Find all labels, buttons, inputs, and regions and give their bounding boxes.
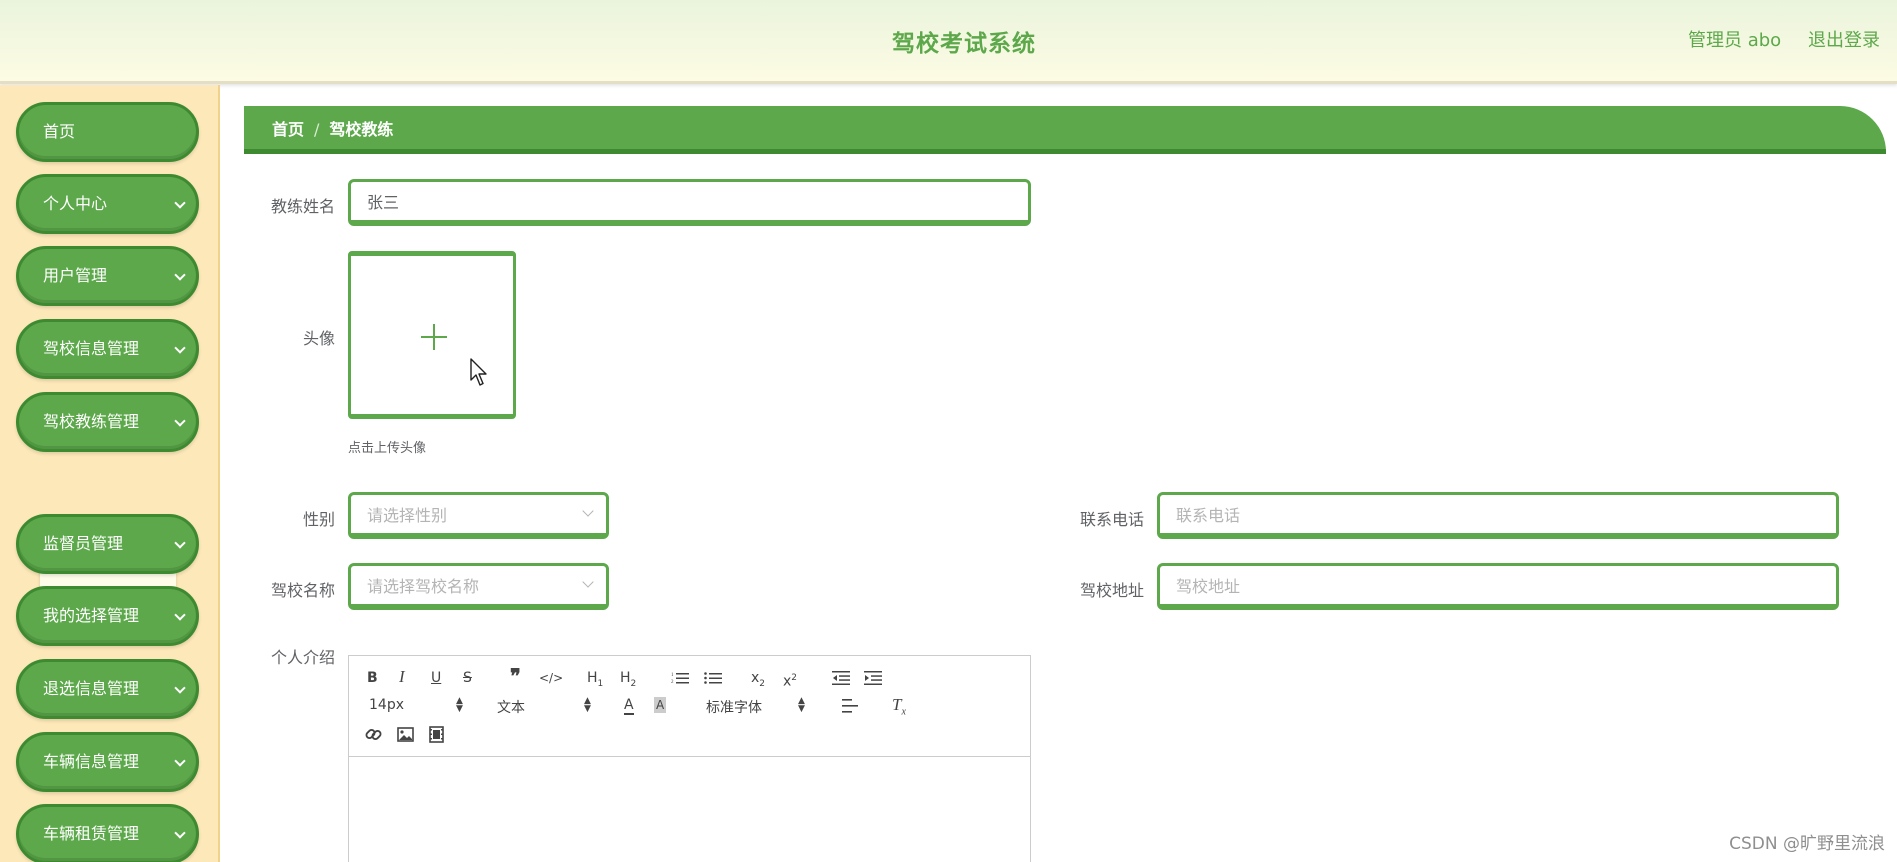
picker-arrows-icon: ▲ ▼ (456, 696, 463, 714)
picker-arrows-icon: ▲ ▼ (798, 696, 805, 714)
chevron-down-icon (582, 576, 594, 588)
mouse-cursor-icon (470, 358, 487, 386)
header-type-picker[interactable]: 文本 ▲ ▼ (497, 696, 592, 717)
phone-placeholder: 联系电话 (1176, 506, 1241, 525)
school-address-label: 驾校地址 (1079, 581, 1144, 600)
font-size-picker[interactable]: 14px ▲ ▼ (369, 697, 464, 715)
bullet-list-icon[interactable] (704, 671, 722, 685)
chevron-down-icon (174, 755, 186, 767)
phone-input[interactable]: 联系电话 (1157, 492, 1839, 539)
chevron-down-icon (174, 609, 186, 621)
gender-label: 性别 (302, 510, 335, 529)
school-address-input[interactable]: 驾校地址 (1157, 563, 1839, 610)
school-name-label: 驾校名称 (270, 581, 335, 600)
editor-content-area[interactable] (349, 758, 1030, 862)
font-family-value: 标准字体 (706, 700, 762, 716)
font-family-picker[interactable]: 标准字体 ▲ ▼ (706, 696, 806, 717)
underline-icon[interactable]: U (431, 669, 441, 687)
coach-name-value: 张三 (367, 193, 400, 212)
sidebar-item-label: 用户管理 (43, 266, 108, 285)
sidebar-item-label: 个人中心 (43, 194, 108, 213)
sidebar-item-label: 退选信息管理 (43, 679, 140, 698)
breadcrumb-current: 驾校教练 (329, 120, 394, 139)
chevron-down-icon (582, 505, 594, 517)
editor-toolbar: B I U S ❞ </> H1 H2 12 x2 x2 14px ▲ ▼ 文本… (349, 656, 1030, 757)
sidebar-item-coach-management[interactable]: 驾校教练管理 (16, 392, 199, 452)
user-info: 管理员 abo (1688, 30, 1782, 51)
picker-arrows-icon: ▲ ▼ (584, 696, 591, 714)
outdent-icon[interactable] (832, 671, 850, 685)
school-name-placeholder: 请选择驾校名称 (367, 577, 480, 596)
sidebar-item-vehicle-info-management[interactable]: 车辆信息管理 (16, 732, 199, 792)
chevron-down-icon (174, 269, 186, 281)
sidebar-item-label: 驾校信息管理 (43, 339, 140, 358)
sidebar-item-label: 监督员管理 (43, 534, 124, 553)
sidebar-item-label: 我的选择管理 (43, 606, 140, 625)
chevron-down-icon (174, 537, 186, 549)
gender-select[interactable]: 请选择性别 (348, 492, 609, 539)
header-2-icon[interactable]: H2 (620, 669, 636, 693)
breadcrumb-home[interactable]: 首页 (272, 120, 304, 139)
strike-icon[interactable]: S (463, 669, 472, 687)
sidebar-item-withdrawal-management[interactable]: 退选信息管理 (16, 659, 199, 719)
coach-name-label: 教练姓名 (270, 197, 335, 216)
school-address-placeholder: 驾校地址 (1176, 577, 1241, 596)
avatar-label: 头像 (302, 329, 335, 348)
chevron-down-icon (174, 682, 186, 694)
code-block-icon[interactable]: </> (539, 669, 563, 687)
sidebar-item-my-selection-management[interactable]: 我的选择管理 (16, 586, 199, 646)
chevron-down-icon (174, 415, 186, 427)
breadcrumb-separator: / (314, 120, 320, 139)
clean-format-icon[interactable]: Tx (892, 695, 906, 721)
phone-label: 联系电话 (1079, 510, 1144, 529)
link-icon[interactable] (365, 726, 382, 743)
sidebar-item-label: 车辆租赁管理 (43, 824, 140, 843)
header-1-icon[interactable]: H1 (587, 669, 603, 693)
sidebar-item-school-info-management[interactable]: 驾校信息管理 (16, 319, 199, 379)
sidebar-item-home[interactable]: 首页 (16, 102, 199, 162)
sidebar: 首页 个人中心 用户管理 驾校信息管理 驾校教练管理 驾校教练 监督员管理 我的… (0, 85, 220, 862)
avatar-upload-hint: 点击上传头像 (348, 441, 427, 456)
background-color-icon[interactable]: A (654, 697, 667, 713)
chevron-down-icon (174, 197, 186, 209)
sidebar-item-label: 车辆信息管理 (43, 752, 140, 771)
coach-name-input[interactable]: 张三 (348, 179, 1031, 226)
top-header: 驾校考试系统 管理员 abo 退出登录 (0, 0, 1897, 84)
app-title: 驾校考试系统 (892, 31, 1036, 57)
font-size-value: 14px (369, 697, 404, 713)
ordered-list-icon[interactable]: 12 (671, 671, 689, 685)
indent-icon[interactable] (864, 671, 882, 685)
watermark: CSDN @旷野里流浪 (1729, 834, 1885, 854)
breadcrumb: 首页 / 驾校教练 (244, 106, 1886, 154)
school-name-select[interactable]: 请选择驾校名称 (348, 563, 609, 610)
svg-text:2: 2 (671, 680, 674, 685)
sidebar-item-label: 首页 (43, 122, 76, 141)
header-type-value: 文本 (497, 700, 525, 716)
font-color-icon[interactable]: A (624, 697, 634, 715)
intro-label: 个人介绍 (270, 648, 335, 667)
video-icon[interactable] (429, 726, 444, 743)
rich-text-editor: B I U S ❞ </> H1 H2 12 x2 x2 14px ▲ ▼ 文本… (348, 655, 1031, 862)
avatar-upload[interactable] (348, 251, 516, 419)
sidebar-item-label: 驾校教练管理 (43, 412, 140, 431)
logout-link[interactable]: 退出登录 (1808, 26, 1880, 52)
svg-text:1: 1 (671, 673, 674, 678)
subscript-icon[interactable]: x2 (751, 669, 765, 693)
blockquote-icon[interactable]: ❞ (510, 667, 521, 687)
bold-icon[interactable]: B (367, 669, 378, 687)
gender-placeholder: 请选择性别 (367, 506, 448, 525)
sidebar-item-personal-center[interactable]: 个人中心 (16, 174, 199, 234)
chevron-down-icon (174, 827, 186, 839)
sidebar-item-vehicle-rental-management[interactable]: 车辆租赁管理 (16, 804, 199, 862)
sidebar-item-user-management[interactable]: 用户管理 (16, 246, 199, 306)
italic-icon[interactable]: I (399, 668, 405, 686)
image-icon[interactable] (397, 727, 414, 742)
superscript-icon[interactable]: x2 (783, 669, 797, 691)
align-left-icon[interactable] (842, 699, 858, 713)
chevron-down-icon (174, 342, 186, 354)
sidebar-item-supervisor-management[interactable]: 监督员管理 (16, 514, 199, 574)
